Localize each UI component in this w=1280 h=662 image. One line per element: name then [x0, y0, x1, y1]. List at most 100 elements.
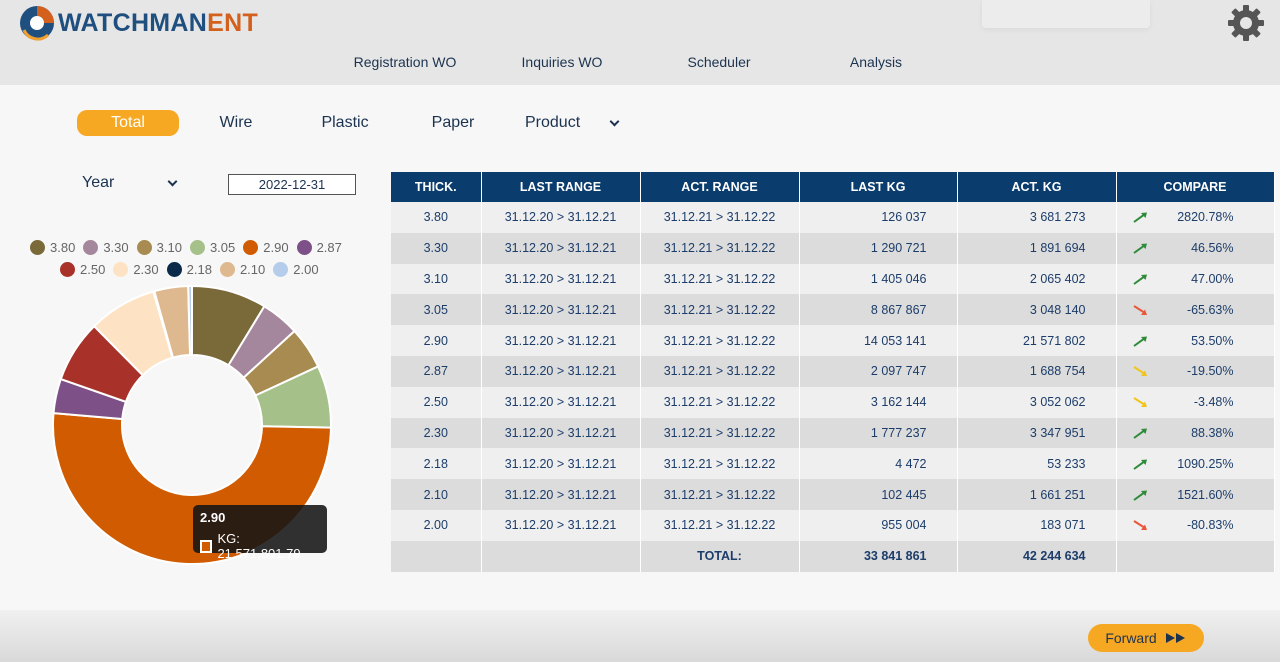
cell-last-kg: 1 777 237 [799, 417, 958, 449]
table-row[interactable]: 2.00 31.12.20 > 31.12.21 31.12.21 > 31.12.… [391, 509, 1275, 541]
tooltip-title: 2.90 [200, 510, 226, 525]
table-row[interactable]: 3.80 31.12.20 > 31.12.21 31.12.21 > 31.12.… [391, 202, 1275, 233]
category-tabs: Total Wire Plastic Paper Product [0, 110, 700, 136]
legend-item[interactable]: 3.05 [189, 239, 236, 255]
cell-thick: 3.05 [391, 294, 482, 326]
cell-last-range: 31.12.20 > 31.12.21 [481, 294, 641, 326]
tab-product-dropdown[interactable]: Product [520, 110, 630, 136]
legend-item[interactable]: 2.00 [273, 261, 319, 277]
tab-wire[interactable]: Wire [196, 110, 276, 136]
legend-item[interactable]: 2.18 [166, 261, 212, 277]
cell-last-range: 31.12.20 > 31.12.21 [481, 263, 641, 295]
tooltip-line: KG: 21,571,801.79 [200, 531, 320, 561]
legend-item[interactable]: 2.30 [113, 261, 159, 277]
table-row[interactable]: 3.10 31.12.20 > 31.12.21 31.12.21 > 31.12.… [391, 263, 1275, 295]
compare-value: -19.50% [1186, 364, 1234, 379]
table-header-row: THICK. LAST RANGE ACT. RANGE LAST KG ACT… [391, 172, 1275, 202]
cell-compare: -3.48% [1116, 386, 1275, 418]
compare-wrap: -19.50% [1117, 364, 1274, 378]
cell-last-kg: 1 405 046 [799, 263, 958, 295]
legend-item[interactable]: 2.10 [219, 261, 266, 277]
trend-up-icon [1132, 428, 1147, 439]
cell-compare: 1090.25% [1116, 448, 1275, 480]
table-row[interactable]: 2.90 31.12.20 > 31.12.21 31.12.21 > 31.12.… [391, 325, 1275, 356]
cell-act-kg: 3 052 062 [957, 386, 1117, 418]
table-row[interactable]: 2.30 31.12.20 > 31.12.21 31.12.21 > 31.12.… [391, 417, 1275, 449]
zoom-panel [982, 0, 1150, 28]
nav-registration-wo[interactable]: Registration WO [354, 54, 457, 70]
tab-paper[interactable]: Paper [413, 110, 493, 136]
trend-up-icon [1132, 336, 1147, 347]
legend-swatch [219, 261, 235, 277]
cell-act-kg: 1 891 694 [957, 232, 1117, 264]
legend-label: 3.30 [103, 239, 129, 255]
legend-item[interactable]: 3.80 [30, 239, 76, 255]
legend-item[interactable]: 2.90 [243, 239, 289, 255]
table-row[interactable]: 3.30 31.12.20 > 31.12.21 31.12.21 > 31.12.… [391, 232, 1275, 264]
compare-value: -65.63% [1186, 302, 1234, 317]
table-row[interactable]: 3.05 31.12.20 > 31.12.21 31.12.21 > 31.12.… [391, 294, 1275, 326]
trend-down-icon [1132, 304, 1147, 315]
total-empty [481, 540, 641, 572]
tooltip-swatch [200, 539, 213, 553]
table-row[interactable]: 2.10 31.12.20 > 31.12.21 31.12.21 > 31.12.… [391, 479, 1275, 510]
table-row[interactable]: 2.50 31.12.20 > 31.12.21 31.12.21 > 31.12.… [391, 386, 1275, 418]
cell-act-range: 31.12.21 > 31.12.22 [640, 386, 800, 418]
cell-act-range: 31.12.21 > 31.12.22 [640, 232, 800, 264]
thickness-table: THICK. LAST RANGE ACT. RANGE LAST KG ACT… [391, 172, 1275, 572]
col-compare[interactable]: COMPARE [1116, 172, 1275, 202]
legend-label: 3.10 [156, 239, 182, 255]
legend-label: 3.80 [50, 239, 76, 255]
cell-compare: 47.00% [1116, 263, 1275, 295]
nav-inquiries-wo[interactable]: Inquiries WO [522, 54, 603, 70]
tab-total[interactable]: Total [77, 110, 179, 136]
date-field[interactable]: 2022-12-31 [228, 174, 356, 195]
cell-thick: 2.10 [391, 479, 482, 510]
cell-thick: 2.18 [391, 448, 482, 480]
forward-label: Forward [1105, 630, 1157, 646]
forward-button[interactable]: Forward [1088, 624, 1204, 652]
period-select[interactable]: Year [82, 174, 182, 194]
total-label: TOTAL: [640, 540, 800, 572]
compare-value: -3.48% [1193, 395, 1234, 410]
cell-act-kg: 1 661 251 [957, 479, 1117, 510]
col-last-kg[interactable]: LAST KG [799, 172, 958, 202]
trend-up-icon [1132, 212, 1147, 224]
legend-label: 2.87 [316, 239, 342, 255]
legend-item[interactable]: 2.50 [60, 261, 106, 277]
table-total-row: TOTAL: 33 841 861 42 244 634 [391, 540, 1275, 572]
cell-thick: 3.80 [391, 202, 482, 233]
nav-scheduler[interactable]: Scheduler [687, 54, 750, 70]
cell-compare: -80.83% [1116, 509, 1275, 541]
legend-label: 2.50 [80, 261, 106, 277]
cell-act-kg: 21 571 802 [957, 325, 1117, 356]
cell-last-kg: 955 004 [799, 509, 958, 541]
legend-item[interactable]: 3.30 [83, 239, 129, 255]
legend-swatch [243, 239, 259, 255]
cell-thick: 2.00 [391, 509, 482, 541]
cell-last-kg: 3 162 144 [799, 386, 958, 418]
total-last-kg: 33 841 861 [799, 540, 958, 572]
trend-down-icon [1132, 520, 1147, 531]
legend-swatch [60, 261, 75, 277]
cell-thick: 2.30 [391, 417, 482, 449]
col-thick[interactable]: THICK. [391, 172, 482, 202]
legend-label: 3.05 [209, 239, 236, 255]
table-row[interactable]: 2.18 31.12.20 > 31.12.21 31.12.21 > 31.12.… [391, 448, 1275, 480]
gear-icon[interactable] [1227, 4, 1265, 42]
col-last-range[interactable]: LAST RANGE [481, 172, 641, 202]
cell-last-kg: 102 445 [799, 479, 958, 510]
col-act-range[interactable]: ACT. RANGE [640, 172, 800, 202]
nav-analysis[interactable]: Analysis [850, 54, 902, 70]
table-row[interactable]: 2.87 31.12.20 > 31.12.21 31.12.21 > 31.12.… [391, 355, 1275, 387]
trend-up-icon [1132, 490, 1147, 501]
legend-label: 2.10 [239, 261, 266, 277]
col-act-kg[interactable]: ACT. KG [957, 172, 1117, 202]
total-empty [391, 540, 482, 572]
cell-last-range: 31.12.20 > 31.12.21 [481, 417, 641, 449]
tab-plastic[interactable]: Plastic [305, 110, 385, 136]
legend-swatch [113, 261, 129, 277]
legend-item[interactable]: 3.10 [136, 239, 182, 255]
legend-item[interactable]: 2.87 [296, 239, 342, 255]
cell-act-kg: 1 688 754 [957, 355, 1117, 387]
